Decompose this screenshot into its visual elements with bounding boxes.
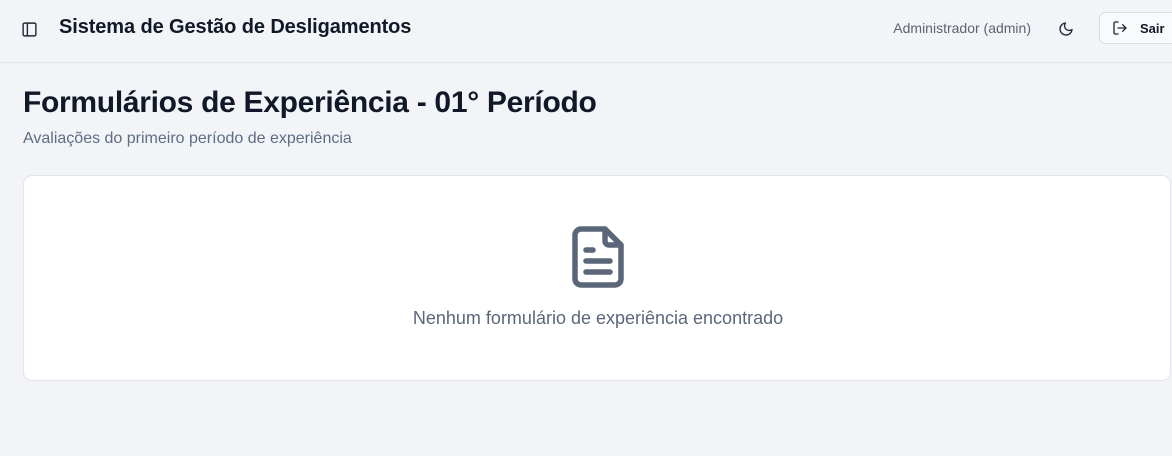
page-title: Formulários de Experiência - 01° Período: [23, 86, 597, 119]
current-user-label: Administrador (admin): [893, 20, 1031, 36]
file-text-icon: [572, 226, 624, 288]
theme-toggle-button[interactable]: [1051, 14, 1081, 44]
page-subtitle: Avaliações do primeiro período de experi…: [23, 130, 352, 147]
panel-left-icon: [21, 21, 37, 37]
moon-icon: [1059, 22, 1073, 36]
top-header: Sistema de Gestão de Desligamentos Admin…: [0, 0, 1172, 63]
logout-button[interactable]: Sair: [1099, 12, 1172, 44]
app-title: Sistema de Gestão de Desligamentos: [59, 16, 412, 38]
empty-state-card: Nenhum formulário de experiência encontr…: [23, 175, 1171, 381]
logout-label: Sair: [1140, 20, 1165, 36]
log-out-icon: [1113, 21, 1127, 35]
sidebar-toggle-button[interactable]: [14, 14, 44, 44]
empty-state-message: Nenhum formulário de experiência encontr…: [412, 308, 784, 328]
